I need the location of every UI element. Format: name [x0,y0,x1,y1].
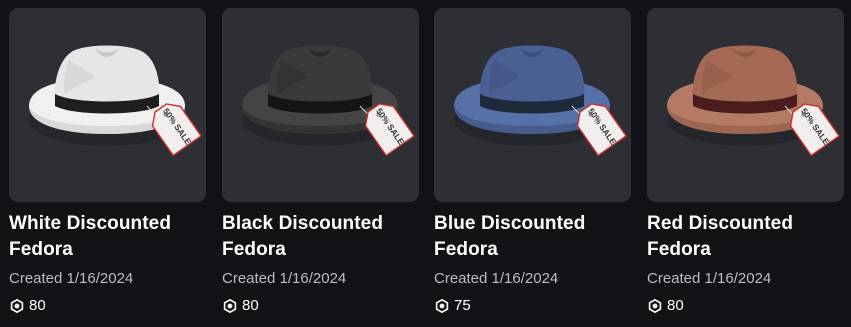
item-card-red-fedora[interactable]: 50% SALE! Red Discounted Fedora Created … [647,8,844,315]
item-price: 80 [9,297,206,315]
item-name[interactable]: Blue Discounted Fedora [434,211,631,263]
item-card-blue-fedora[interactable]: 50% SALE! Blue Discounted Fedora Created… [434,8,631,315]
item-card-white-fedora[interactable]: 50% SALE! White Discounted Fedora Create… [9,8,206,315]
fedora-image: 50% SALE! [29,45,203,157]
fedora-image: 50% SALE! [667,45,841,157]
fedora-image: 50% SALE! [454,45,628,157]
price-value: 80 [242,297,259,314]
item-name[interactable]: Black Discounted Fedora [222,211,419,263]
price-value: 75 [454,297,471,314]
item-price: 75 [434,297,631,315]
robux-icon [223,299,237,313]
item-created-date: Created 1/16/2024 [434,270,559,287]
item-name[interactable]: Red Discounted Fedora [647,211,844,263]
item-created-date: Created 1/16/2024 [9,270,134,287]
item-thumbnail[interactable]: 50% SALE! [9,8,206,202]
item-thumbnail[interactable]: 50% SALE! [647,8,844,202]
robux-icon [435,299,449,313]
item-card-black-fedora[interactable]: 50% SALE! Black Discounted Fedora Create… [222,8,419,315]
fedora-image: 50% SALE! [242,45,416,157]
item-created-date: Created 1/16/2024 [222,270,347,287]
item-price: 80 [222,297,419,315]
robux-icon [10,299,24,313]
catalog-grid: 50% SALE! White Discounted Fedora Create… [0,0,851,327]
price-value: 80 [29,297,46,314]
robux-icon [648,299,662,313]
item-created-date: Created 1/16/2024 [647,270,772,287]
item-thumbnail[interactable]: 50% SALE! [434,8,631,202]
price-value: 80 [667,297,684,314]
item-thumbnail[interactable]: 50% SALE! [222,8,419,202]
item-name[interactable]: White Discounted Fedora [9,211,206,263]
item-price: 80 [647,297,844,315]
